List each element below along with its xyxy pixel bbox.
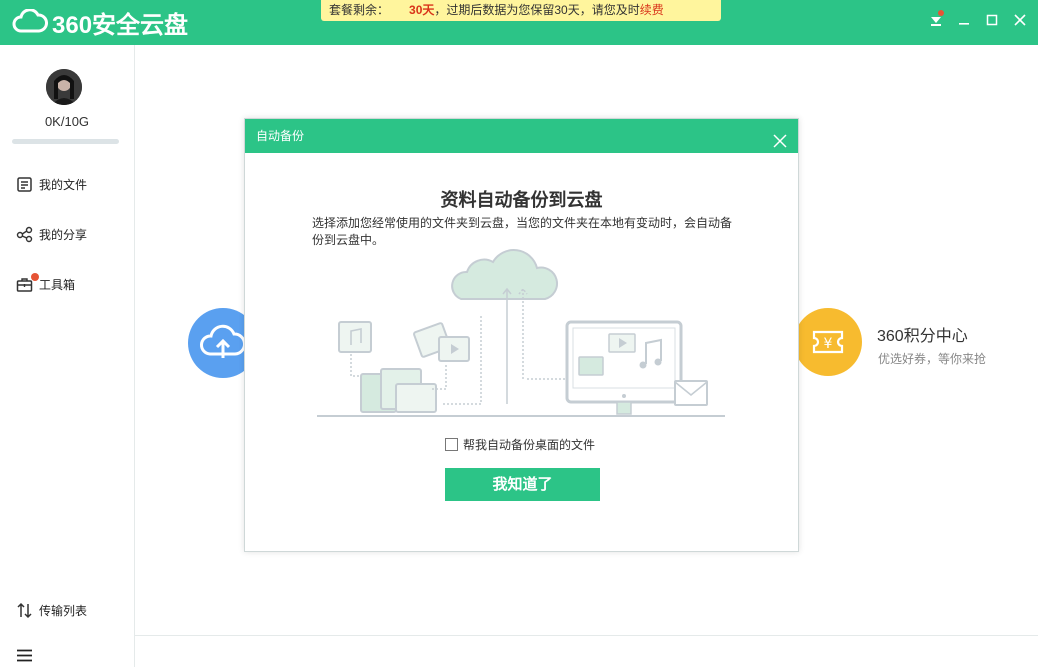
storage-bar	[12, 139, 119, 144]
share-icon	[16, 226, 33, 242]
got-it-button[interactable]: 我知道了	[445, 468, 600, 501]
cloud-logo-icon	[12, 9, 48, 33]
storage-usage: 0K/10G	[44, 114, 90, 129]
title-bar: 360安全云盘 套餐剩余： 30天，过期后数据为您保留30天，请您及时续费	[0, 0, 1038, 45]
notice-prefix: 套餐剩余：	[329, 3, 390, 17]
mail-icon	[674, 380, 708, 406]
sidebar: 0K/10G 我的文件 我的分享 工具箱 传输列表	[0, 45, 135, 667]
music-card-icon	[338, 321, 372, 353]
app-logo: 360安全云盘	[12, 7, 189, 39]
yen-ticket-icon[interactable]: ¥	[794, 308, 862, 376]
svg-text:¥: ¥	[824, 336, 833, 352]
minimize-icon[interactable]	[956, 10, 972, 30]
file-list-icon	[17, 176, 32, 192]
close-icon[interactable]	[772, 128, 788, 148]
sidebar-item-my-files[interactable]: 我的文件	[16, 172, 87, 196]
app-title: 360安全云盘	[52, 11, 189, 39]
hamburger-menu-icon[interactable]	[16, 643, 33, 667]
toolbox-icon-wrap	[16, 272, 39, 293]
subscription-notice: 套餐剩余： 30天，过期后数据为您保留30天，请您及时续费	[321, 0, 721, 21]
auto-backup-dialog: 自动备份 资料自动备份到云盘 选择添加您经常使用的文件夹到云盘，当您的文件夹在本…	[244, 118, 799, 552]
sidebar-item-toolbox[interactable]: 工具箱	[16, 272, 75, 296]
maximize-icon[interactable]	[984, 10, 1000, 30]
sidebar-item-label: 传输列表	[39, 603, 88, 618]
notice-message: ，过期后数据为您保留30天，请您及时	[434, 3, 640, 17]
backup-illustration	[317, 249, 725, 417]
points-center-subtitle: 优选好券，等你来抢	[878, 352, 987, 366]
sidebar-item-my-shares[interactable]: 我的分享	[16, 222, 87, 246]
download-icon[interactable]	[928, 10, 944, 30]
notice-days: 30天	[409, 3, 435, 17]
sidebar-item-label: 我的文件	[39, 177, 88, 192]
sidebar-item-label: 工具箱	[39, 277, 76, 292]
avatar[interactable]	[46, 69, 82, 105]
dialog-header-title: 自动备份	[256, 129, 305, 143]
bottom-bar	[135, 635, 1038, 667]
backup-desktop-option[interactable]: 帮我自动备份桌面的文件	[445, 436, 595, 453]
checkbox-label: 帮我自动备份桌面的文件	[463, 438, 596, 452]
close-icon[interactable]	[1012, 10, 1028, 30]
dialog-header: 自动备份	[245, 119, 798, 153]
notification-dot	[938, 10, 944, 16]
points-center-title[interactable]: 360积分中心	[877, 322, 968, 346]
backup-desktop-checkbox[interactable]	[445, 438, 458, 451]
dialog-title: 资料自动备份到云盘	[440, 190, 603, 210]
sidebar-item-transfer-list[interactable]: 传输列表	[16, 598, 87, 622]
transfer-icon	[17, 602, 32, 618]
renew-link[interactable]: 续费	[640, 3, 664, 17]
sidebar-item-label: 我的分享	[39, 227, 88, 242]
toolbox-badge	[31, 272, 39, 281]
window-controls	[928, 10, 1028, 30]
